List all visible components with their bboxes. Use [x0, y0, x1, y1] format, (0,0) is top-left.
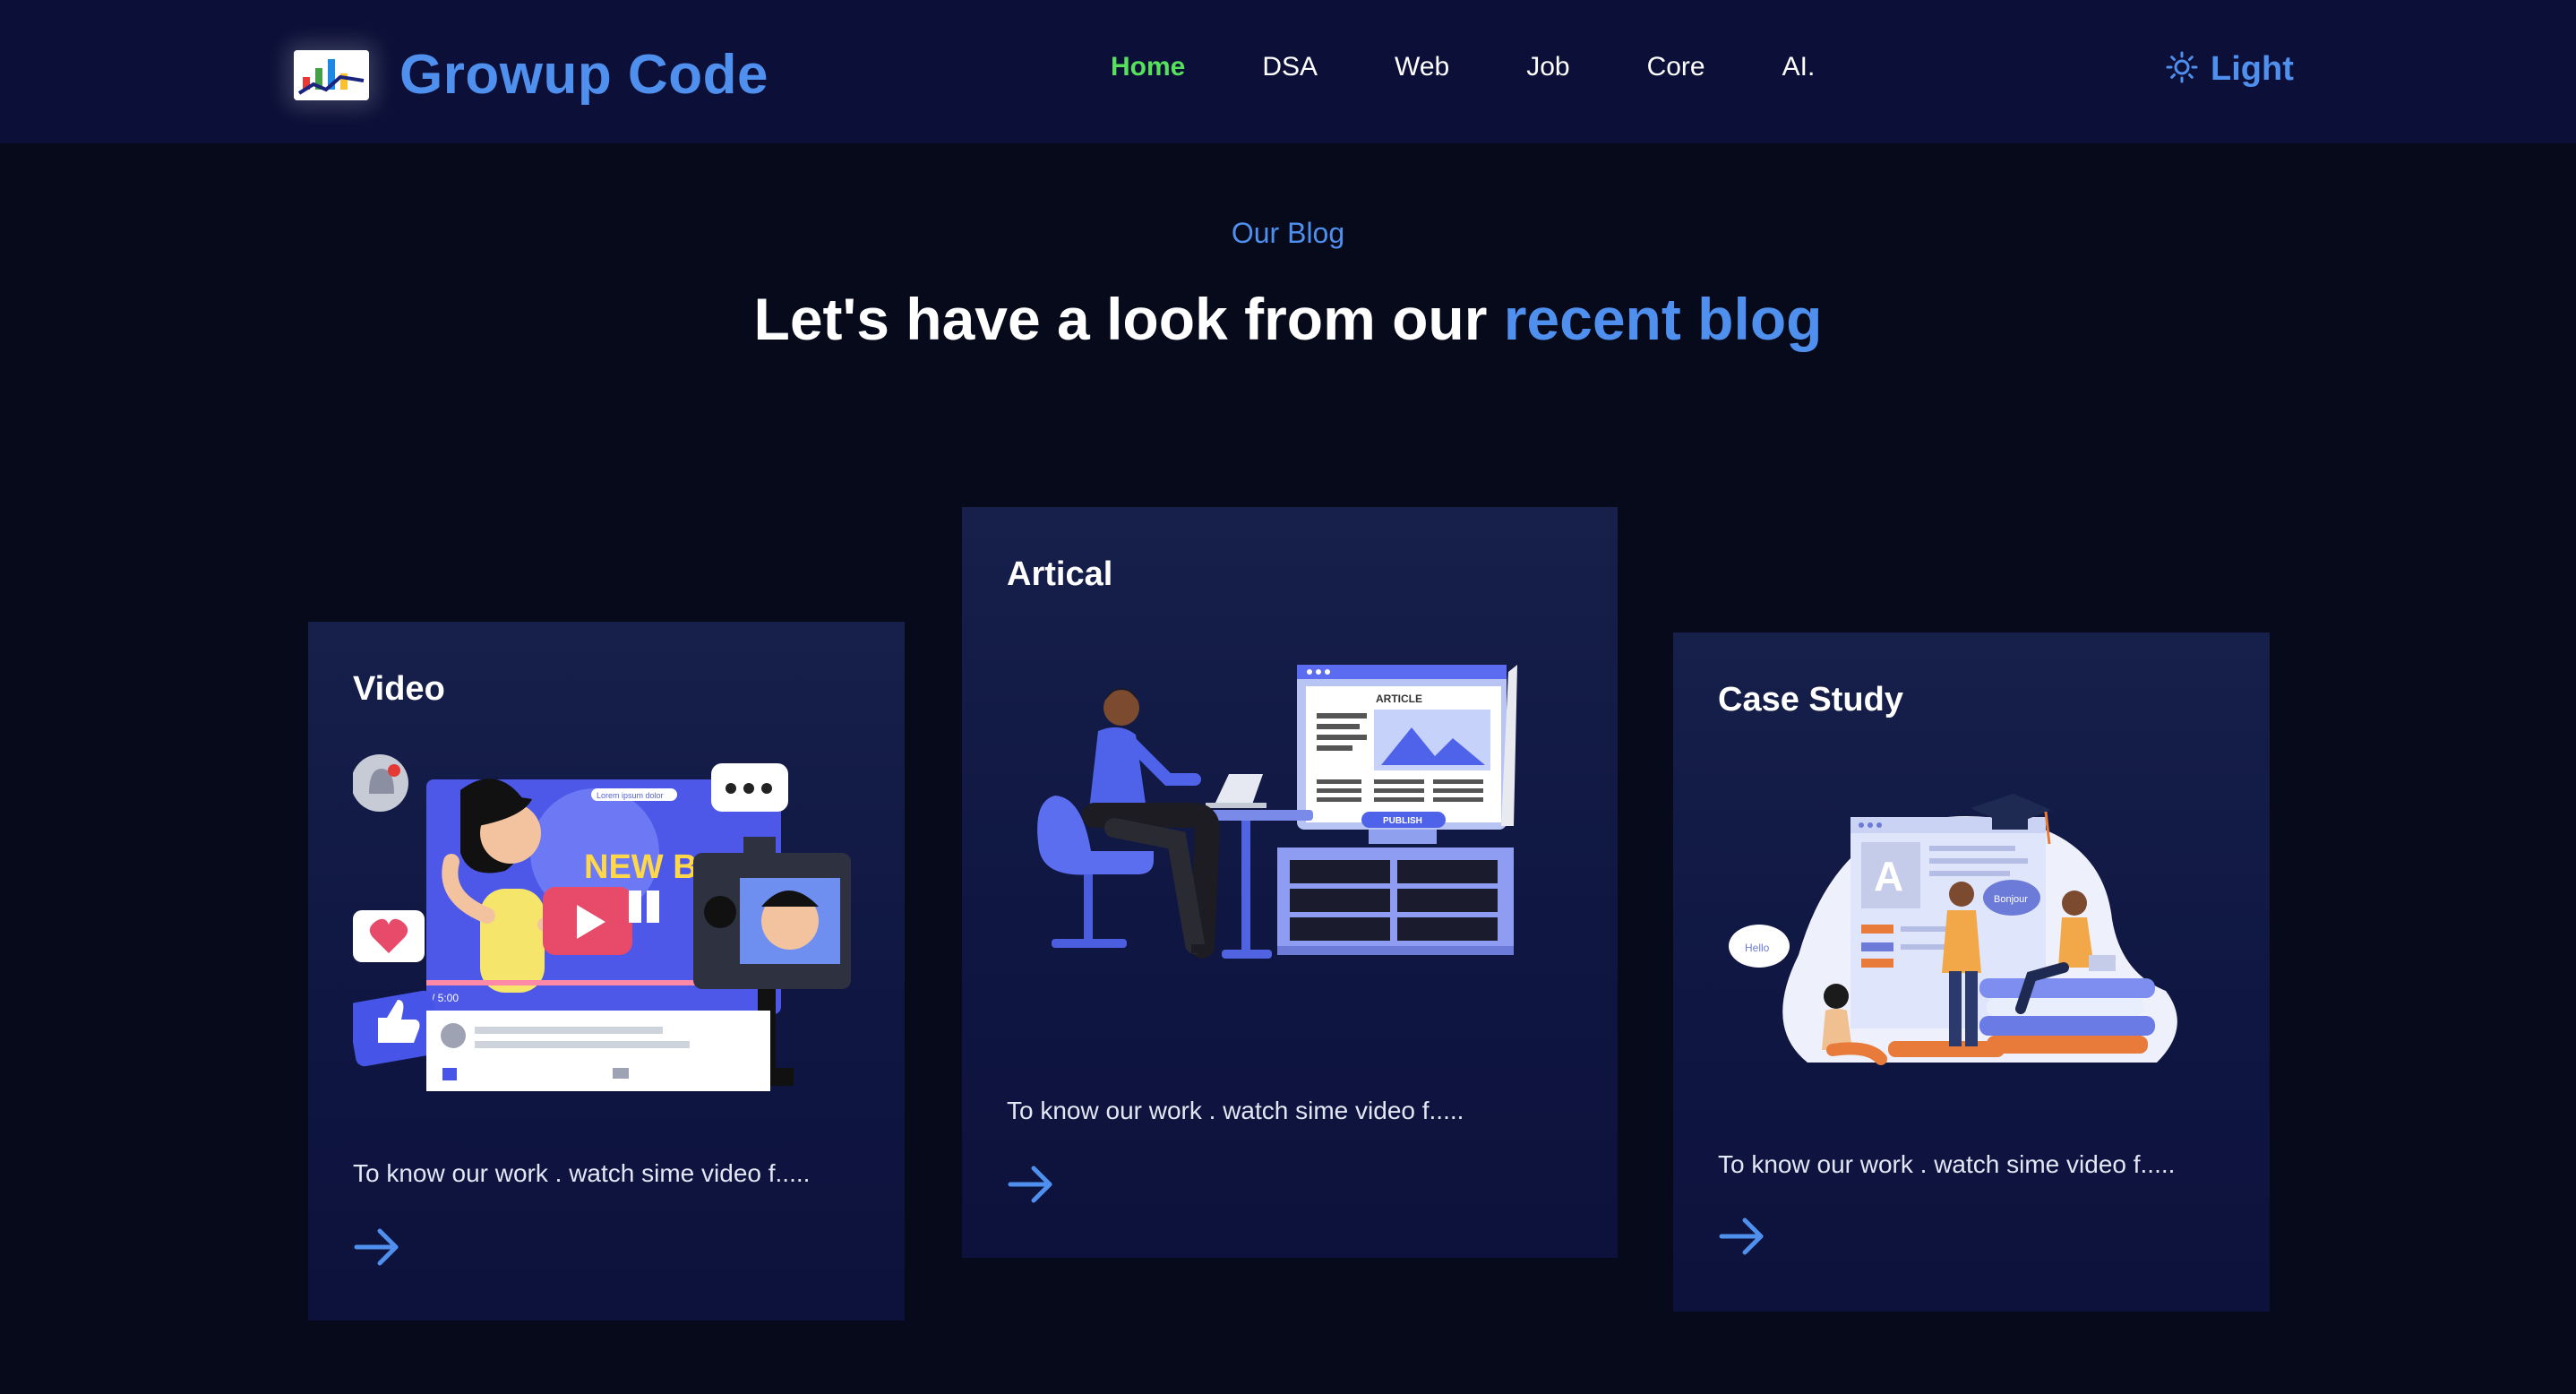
- nav-item-web[interactable]: Web: [1395, 52, 1449, 82]
- theme-toggle-button[interactable]: Light: [2166, 50, 2294, 89]
- headline-accent: recent blog: [1503, 286, 1823, 352]
- arrow-right-icon[interactable]: [1007, 1165, 1057, 1204]
- card-title: Artical: [1007, 555, 1113, 593]
- article-publish-illustration: ARTICLE PUBLISH: [1007, 645, 1573, 985]
- svg-text:A: A: [1874, 853, 1903, 899]
- section-eyebrow: Our Blog: [1231, 217, 1345, 249]
- illus-text-article: ARTICLE: [1376, 693, 1422, 705]
- card-description: To know our work . watch sime video f...…: [1718, 1150, 2176, 1178]
- illus-text-bonjour: Bonjour: [1994, 894, 2028, 905]
- illus-text-time: / 5:00: [432, 992, 459, 1004]
- nav-item-dsa[interactable]: DSA: [1262, 52, 1318, 82]
- card-title: Video: [353, 670, 445, 708]
- card-description: To know our work . watch sime video f...…: [353, 1159, 811, 1187]
- chart-logo-icon: [294, 49, 369, 100]
- illus-text-lorem: Lorem ipsum dolor: [597, 791, 664, 800]
- nav-item-home[interactable]: Home: [1111, 52, 1185, 82]
- nav-item-ai[interactable]: AI.: [1782, 52, 1816, 82]
- arrow-right-icon[interactable]: [353, 1227, 403, 1267]
- case-study-illustration: A Hello Bonjour: [1718, 767, 2225, 1107]
- brand-name: Growup Code: [399, 44, 769, 106]
- main-nav: Home DSA Web Job Core AI.: [1111, 52, 1815, 82]
- nav-item-job[interactable]: Job: [1526, 52, 1569, 82]
- illus-text-hello: Hello: [1745, 942, 1770, 954]
- blog-card-artical[interactable]: Artical ARTICLE PUBLISH To know our work…: [962, 507, 1618, 1258]
- section-headline: Let's have a look from our recent blog: [0, 285, 2576, 353]
- arrow-right-icon[interactable]: [1718, 1217, 1768, 1256]
- blog-card-case-study[interactable]: Case Study A Hello Bonjour To know our w…: [1673, 632, 2270, 1312]
- blog-card-video[interactable]: Video Lorem ipsum dolor NEW BLOG / 5:00: [308, 622, 905, 1321]
- headline-prefix: Let's have a look from our: [753, 286, 1504, 352]
- illus-text-publish: PUBLISH: [1383, 816, 1422, 826]
- card-description: To know our work . watch sime video f...…: [1007, 1097, 1464, 1124]
- navbar: Growup Code Home DSA Web Job Core AI. Li…: [0, 0, 2576, 143]
- video-blog-illustration: Lorem ipsum dolor NEW BLOG / 5:00: [353, 754, 860, 1095]
- card-title: Case Study: [1718, 681, 1903, 719]
- nav-item-core[interactable]: Core: [1647, 52, 1705, 82]
- sun-icon: [2166, 51, 2198, 88]
- brand-logo-link[interactable]: Growup Code: [294, 43, 769, 107]
- theme-toggle-label: Light: [2211, 50, 2294, 88]
